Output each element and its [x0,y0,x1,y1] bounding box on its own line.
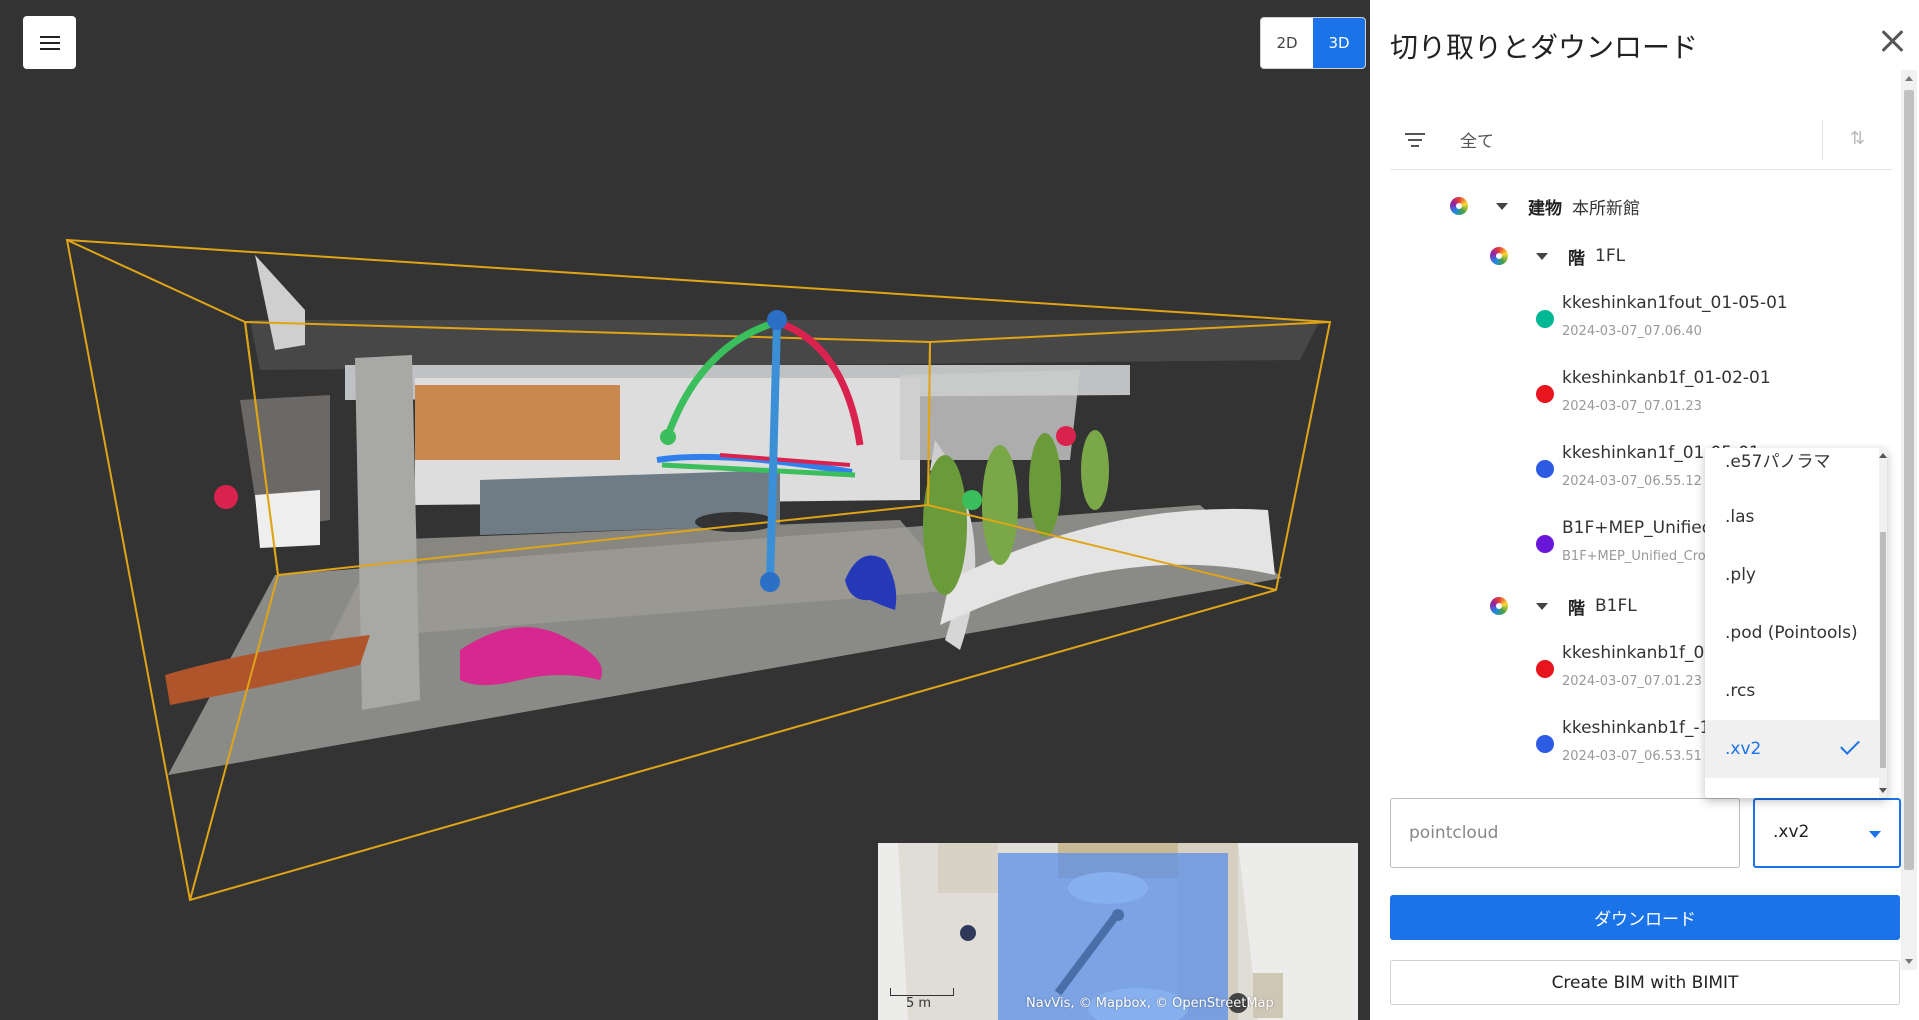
dataset-name: kkeshinkanb1f_01-02-01 [1562,368,1771,388]
dataset-date: 2024-03-07_07.01.23 [1562,399,1702,414]
map-scale-bar [890,988,954,996]
gizmo-bottom-handle[interactable] [760,572,780,592]
tree-group-floor-1fl[interactable]: 階 1FL [1490,243,1625,269]
dataset-date: 2024-03-07_06.55.12 [1562,474,1702,489]
color-wheel-icon[interactable] [1490,247,1508,265]
left-column [355,355,420,710]
menu-scrollbar[interactable] [1879,448,1887,798]
tree-group-floor-b1fl[interactable]: 階 B1FL [1490,593,1637,619]
box-handle-right[interactable] [1056,426,1076,446]
format-select[interactable]: .xv2 [1753,798,1901,868]
filter-label[interactable]: 全て [1460,127,1494,152]
wood-panel [415,385,620,460]
checkmark-icon [1840,735,1860,755]
filter-icon[interactable] [1405,132,1425,148]
dataset-name: kkeshinkanb1f_-1 [1562,718,1711,738]
format-option[interactable]: .ply [1705,546,1879,604]
mode-3d-button[interactable]: 3D [1313,18,1365,68]
group-value: 本所新館 [1572,198,1640,219]
dataset-date: 2024-03-07_07.01.23 [1562,674,1702,689]
dataset-color-dot[interactable] [1536,385,1554,403]
group-value: 1FL [1595,246,1626,266]
format-option[interactable]: .las [1705,488,1879,546]
chevron-down-icon[interactable] [1536,252,1548,260]
group-key: 階 [1568,598,1585,619]
format-option[interactable]: .pod (Pointools) [1705,604,1879,662]
format-option-label: .xv2 [1725,739,1762,759]
hamburger-menu-button[interactable] [23,16,76,69]
format-dropdown-menu[interactable]: .e57パノラマ .las .ply .pod (Pointools) .rcs… [1705,448,1887,798]
group-key: 階 [1568,248,1585,269]
tree-group-building[interactable]: 建物 本所新館 [1450,193,1640,219]
dataset-date: 2024-03-07_06.53.51 [1562,749,1702,764]
scroll-down-arrow-icon[interactable] [1879,788,1887,793]
filter-bar[interactable]: 全て ⇅ [1390,118,1892,170]
download-button[interactable]: ダウンロード [1390,895,1900,940]
hamburger-menu-icon [39,35,60,50]
format-select-value: .xv2 [1773,822,1810,842]
scroll-up-arrow-icon[interactable] [1905,76,1913,81]
dataset-color-dot[interactable] [1536,460,1554,478]
box-handle-back[interactable] [660,429,676,445]
dataset-color-dot[interactable] [1536,535,1554,553]
dropdown-arrow-icon [1869,831,1881,838]
format-option[interactable]: .e57パノラマ [1705,448,1879,488]
dataset-color-dot[interactable] [1536,660,1554,678]
chevron-down-icon[interactable] [1536,602,1548,610]
group-key: 建物 [1528,198,1562,219]
dataset-date: 2024-03-07_07.06.40 [1562,324,1702,339]
format-option[interactable]: .rcs [1705,662,1879,720]
map-attribution[interactable]: NavVis, © Mapbox, © OpenStreetMap [1026,996,1274,1011]
filename-input[interactable] [1390,798,1740,868]
gizmo-top-handle[interactable] [767,310,787,330]
filter-divider [1822,120,1823,160]
close-icon[interactable] [1879,28,1905,54]
panel-scrollbar[interactable] [1901,70,1917,970]
scroll-up-arrow-icon[interactable] [1879,453,1887,458]
mode-2d-button[interactable]: 2D [1261,18,1313,68]
scroll-down-arrow-icon[interactable] [1905,959,1913,964]
sort-icon[interactable]: ⇅ [1850,128,1868,150]
box-handle-front[interactable] [962,490,982,510]
panel-title: 切り取りとダウンロード [1390,31,1699,64]
color-wheel-icon[interactable] [1450,197,1468,215]
map-scale-label: 5 m [906,996,932,1011]
create-bim-button[interactable]: Create BIM with BIMIT [1390,960,1900,1005]
color-wheel-icon[interactable] [1490,597,1508,615]
dataset-color-dot[interactable] [1536,310,1554,328]
format-option-selected[interactable]: .xv2 [1705,720,1879,778]
box-handle-left[interactable] [214,485,238,509]
dataset-name: kkeshinkan1fout_01-05-01 [1562,293,1788,313]
scrollbar-thumb[interactable] [1904,90,1914,870]
group-value: B1FL [1595,596,1637,616]
chevron-down-icon[interactable] [1496,202,1508,210]
dataset-color-dot[interactable] [1536,735,1554,753]
view-mode-toggle[interactable]: 2D 3D [1260,17,1366,69]
scrollbar-thumb[interactable] [1880,532,1886,768]
3d-viewport[interactable]: 2D 3D 5 m NavVis, © Mapbox, © OpenStreet… [0,0,1370,1020]
